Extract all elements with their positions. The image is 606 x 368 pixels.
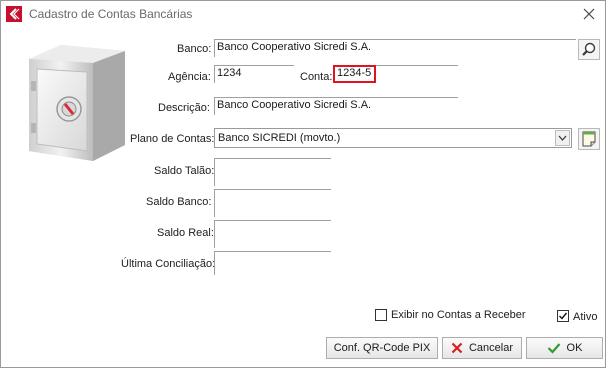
agencia-label: Agência: xyxy=(168,71,211,83)
edit-plano-button[interactable] xyxy=(578,128,600,150)
checkmark-icon xyxy=(559,312,568,320)
exibir-contas-receber-checkbox[interactable] xyxy=(375,309,387,321)
ultima-conciliacao-label: Última Conciliação: xyxy=(121,258,216,270)
dropdown-button[interactable] xyxy=(555,130,570,146)
descricao-field[interactable]: Banco Cooperativo Sicredi S.A. xyxy=(214,97,458,115)
saldo-real-field[interactable] xyxy=(214,220,331,248)
ok-button[interactable]: OK xyxy=(526,337,603,359)
saldo-talao-label: Saldo Talão: xyxy=(154,165,215,177)
window-title: Cadastro de Contas Bancárias xyxy=(29,7,193,21)
qr-code-pix-label: Conf. QR-Code PIX xyxy=(333,342,431,354)
chevron-down-icon xyxy=(558,135,567,141)
safe-icon xyxy=(29,45,125,161)
saldo-banco-field[interactable] xyxy=(214,189,331,217)
plano-contas-label: Plano de Contas: xyxy=(130,133,215,145)
saldo-talao-field[interactable] xyxy=(214,158,331,186)
plano-contas-value: Banco SICREDI (movto.) xyxy=(218,132,341,144)
title-bar: Cadastro de Contas Bancárias xyxy=(1,1,605,29)
cancel-button[interactable]: Cancelar xyxy=(442,337,522,359)
note-icon xyxy=(582,131,596,147)
banco-field[interactable]: Banco Cooperativo Sicredi S.A. xyxy=(214,39,576,57)
cancel-label: Cancelar xyxy=(468,342,514,354)
ultima-conciliacao-field[interactable] xyxy=(214,251,331,275)
conta-highlight xyxy=(333,65,376,83)
app-logo-icon xyxy=(6,6,22,22)
search-bank-button[interactable] xyxy=(578,39,600,60)
plano-contas-select[interactable]: Banco SICREDI (movto.) xyxy=(214,128,572,148)
close-button[interactable] xyxy=(578,4,600,24)
cancel-x-icon xyxy=(451,342,463,354)
magnifier-icon xyxy=(582,42,596,56)
descricao-label: Descrição: xyxy=(158,102,210,114)
qr-code-pix-button[interactable]: Conf. QR-Code PIX xyxy=(326,337,438,359)
ok-label: OK xyxy=(566,342,583,354)
close-icon xyxy=(583,8,595,20)
ativo-checkbox[interactable] xyxy=(557,310,569,322)
banco-label: Banco: xyxy=(177,43,212,55)
conta-label: Conta: xyxy=(300,71,333,83)
ok-check-icon xyxy=(547,343,560,354)
ativo-label: Ativo xyxy=(573,311,598,323)
exibir-contas-receber-label: Exibir no Contas a Receber xyxy=(391,309,526,321)
saldo-real-label: Saldo Real: xyxy=(157,227,214,239)
dialog-window: Cadastro de Contas Bancárias Banco: Banc xyxy=(0,0,606,368)
agencia-field[interactable]: 1234 xyxy=(214,65,294,83)
saldo-banco-label: Saldo Banco: xyxy=(146,196,212,208)
